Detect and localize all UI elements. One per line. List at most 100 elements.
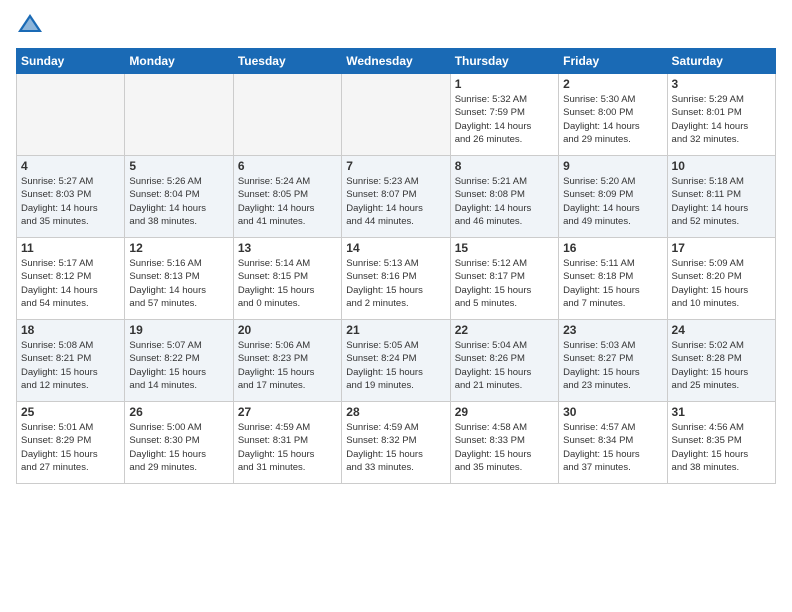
day-cell: 10Sunrise: 5:18 AM Sunset: 8:11 PM Dayli… bbox=[667, 156, 775, 238]
day-info: Sunrise: 5:27 AM Sunset: 8:03 PM Dayligh… bbox=[21, 175, 120, 228]
day-info: Sunrise: 5:11 AM Sunset: 8:18 PM Dayligh… bbox=[563, 257, 662, 310]
day-cell: 1 Sunrise: 5:32 AM Sunset: 7:59 PM Daylig… bbox=[450, 74, 558, 156]
day-number: 5 bbox=[129, 159, 228, 173]
logo-icon bbox=[16, 12, 44, 40]
day-info: Sunrise: 5:23 AM Sunset: 8:07 PM Dayligh… bbox=[346, 175, 445, 228]
day-cell: 2 Sunrise: 5:30 AM Sunset: 8:00 PM Daylig… bbox=[559, 74, 667, 156]
weekday-tuesday: Tuesday bbox=[233, 49, 341, 74]
day-cell: 13Sunrise: 5:14 AM Sunset: 8:15 PM Dayli… bbox=[233, 238, 341, 320]
day-info: Sunrise: 5:04 AM Sunset: 8:26 PM Dayligh… bbox=[455, 339, 554, 392]
day-info: Sunrise: 5:29 AM Sunset: 8:01 PM Dayligh… bbox=[672, 93, 771, 146]
day-cell: 20 Sunrise: 5:06 AM Sunset: 8:23 PM Dayli… bbox=[233, 320, 341, 402]
day-number: 25 bbox=[21, 405, 120, 419]
day-cell bbox=[233, 74, 341, 156]
day-info: Sunrise: 5:16 AM Sunset: 8:13 PM Dayligh… bbox=[129, 257, 228, 310]
day-number: 8 bbox=[455, 159, 554, 173]
day-info: Sunrise: 4:59 AM Sunset: 8:31 PM Dayligh… bbox=[238, 421, 337, 474]
day-number: 4 bbox=[21, 159, 120, 173]
day-number: 14 bbox=[346, 241, 445, 255]
day-number: 7 bbox=[346, 159, 445, 173]
weekday-friday: Friday bbox=[559, 49, 667, 74]
day-info: Sunrise: 5:32 AM Sunset: 7:59 PM Dayligh… bbox=[455, 93, 554, 146]
day-cell: 3 Sunrise: 5:29 AM Sunset: 8:01 PM Daylig… bbox=[667, 74, 775, 156]
day-cell: 30 Sunrise: 4:57 AM Sunset: 8:34 PM Dayli… bbox=[559, 402, 667, 484]
day-cell: 16 Sunrise: 5:11 AM Sunset: 8:18 PM Dayli… bbox=[559, 238, 667, 320]
weekday-thursday: Thursday bbox=[450, 49, 558, 74]
day-cell: 25Sunrise: 5:01 AM Sunset: 8:29 PM Dayli… bbox=[17, 402, 125, 484]
day-info: Sunrise: 5:13 AM Sunset: 8:16 PM Dayligh… bbox=[346, 257, 445, 310]
day-cell: 6Sunrise: 5:24 AM Sunset: 8:05 PM Daylig… bbox=[233, 156, 341, 238]
day-cell: 18 Sunrise: 5:08 AM Sunset: 8:21 PM Dayli… bbox=[17, 320, 125, 402]
day-number: 21 bbox=[346, 323, 445, 337]
day-info: Sunrise: 5:17 AM Sunset: 8:12 PM Dayligh… bbox=[21, 257, 120, 310]
day-number: 6 bbox=[238, 159, 337, 173]
day-info: Sunrise: 5:26 AM Sunset: 8:04 PM Dayligh… bbox=[129, 175, 228, 228]
day-info: Sunrise: 5:07 AM Sunset: 8:22 PM Dayligh… bbox=[129, 339, 228, 392]
day-number: 28 bbox=[346, 405, 445, 419]
day-info: Sunrise: 5:05 AM Sunset: 8:24 PM Dayligh… bbox=[346, 339, 445, 392]
day-cell: 8 Sunrise: 5:21 AM Sunset: 8:08 PM Daylig… bbox=[450, 156, 558, 238]
day-cell: 22 Sunrise: 5:04 AM Sunset: 8:26 PM Dayli… bbox=[450, 320, 558, 402]
day-number: 27 bbox=[238, 405, 337, 419]
day-number: 2 bbox=[563, 77, 662, 91]
weekday-wednesday: Wednesday bbox=[342, 49, 450, 74]
day-number: 23 bbox=[563, 323, 662, 337]
day-cell bbox=[342, 74, 450, 156]
week-row-2: 4 Sunrise: 5:27 AM Sunset: 8:03 PM Daylig… bbox=[17, 156, 776, 238]
day-cell: 15Sunrise: 5:12 AM Sunset: 8:17 PM Dayli… bbox=[450, 238, 558, 320]
day-info: Sunrise: 5:00 AM Sunset: 8:30 PM Dayligh… bbox=[129, 421, 228, 474]
day-info: Sunrise: 5:12 AM Sunset: 8:17 PM Dayligh… bbox=[455, 257, 554, 310]
day-cell: 21 Sunrise: 5:05 AM Sunset: 8:24 PM Dayli… bbox=[342, 320, 450, 402]
day-number: 13 bbox=[238, 241, 337, 255]
day-number: 16 bbox=[563, 241, 662, 255]
day-cell: 5 Sunrise: 5:26 AM Sunset: 8:04 PM Daylig… bbox=[125, 156, 233, 238]
day-info: Sunrise: 5:21 AM Sunset: 8:08 PM Dayligh… bbox=[455, 175, 554, 228]
day-number: 31 bbox=[672, 405, 771, 419]
day-info: Sunrise: 5:06 AM Sunset: 8:23 PM Dayligh… bbox=[238, 339, 337, 392]
header bbox=[16, 12, 776, 40]
day-info: Sunrise: 4:59 AM Sunset: 8:32 PM Dayligh… bbox=[346, 421, 445, 474]
day-info: Sunrise: 5:20 AM Sunset: 8:09 PM Dayligh… bbox=[563, 175, 662, 228]
day-number: 1 bbox=[455, 77, 554, 91]
day-number: 10 bbox=[672, 159, 771, 173]
day-cell: 27 Sunrise: 4:59 AM Sunset: 8:31 PM Dayli… bbox=[233, 402, 341, 484]
day-number: 30 bbox=[563, 405, 662, 419]
week-row-1: 1 Sunrise: 5:32 AM Sunset: 7:59 PM Daylig… bbox=[17, 74, 776, 156]
day-number: 17 bbox=[672, 241, 771, 255]
day-info: Sunrise: 5:03 AM Sunset: 8:27 PM Dayligh… bbox=[563, 339, 662, 392]
weekday-sunday: Sunday bbox=[17, 49, 125, 74]
week-row-5: 25Sunrise: 5:01 AM Sunset: 8:29 PM Dayli… bbox=[17, 402, 776, 484]
week-row-4: 18 Sunrise: 5:08 AM Sunset: 8:21 PM Dayli… bbox=[17, 320, 776, 402]
day-number: 18 bbox=[21, 323, 120, 337]
day-cell: 24 Sunrise: 5:02 AM Sunset: 8:28 PM Dayli… bbox=[667, 320, 775, 402]
day-number: 22 bbox=[455, 323, 554, 337]
calendar-container: SundayMondayTuesdayWednesdayThursdayFrid… bbox=[0, 0, 792, 612]
weekday-saturday: Saturday bbox=[667, 49, 775, 74]
day-info: Sunrise: 4:57 AM Sunset: 8:34 PM Dayligh… bbox=[563, 421, 662, 474]
day-info: Sunrise: 4:58 AM Sunset: 8:33 PM Dayligh… bbox=[455, 421, 554, 474]
day-info: Sunrise: 5:02 AM Sunset: 8:28 PM Dayligh… bbox=[672, 339, 771, 392]
day-info: Sunrise: 5:30 AM Sunset: 8:00 PM Dayligh… bbox=[563, 93, 662, 146]
day-info: Sunrise: 5:09 AM Sunset: 8:20 PM Dayligh… bbox=[672, 257, 771, 310]
day-number: 3 bbox=[672, 77, 771, 91]
day-cell: 12 Sunrise: 5:16 AM Sunset: 8:13 PM Dayli… bbox=[125, 238, 233, 320]
day-cell bbox=[125, 74, 233, 156]
day-number: 12 bbox=[129, 241, 228, 255]
day-cell: 31Sunrise: 4:56 AM Sunset: 8:35 PM Dayli… bbox=[667, 402, 775, 484]
day-cell: 28 Sunrise: 4:59 AM Sunset: 8:32 PM Dayli… bbox=[342, 402, 450, 484]
day-cell: 19Sunrise: 5:07 AM Sunset: 8:22 PM Dayli… bbox=[125, 320, 233, 402]
day-number: 20 bbox=[238, 323, 337, 337]
week-row-3: 11Sunrise: 5:17 AM Sunset: 8:12 PM Dayli… bbox=[17, 238, 776, 320]
day-cell: 9 Sunrise: 5:20 AM Sunset: 8:09 PM Daylig… bbox=[559, 156, 667, 238]
weekday-monday: Monday bbox=[125, 49, 233, 74]
day-number: 9 bbox=[563, 159, 662, 173]
day-info: Sunrise: 5:08 AM Sunset: 8:21 PM Dayligh… bbox=[21, 339, 120, 392]
day-cell: 29Sunrise: 4:58 AM Sunset: 8:33 PM Dayli… bbox=[450, 402, 558, 484]
day-cell: 11Sunrise: 5:17 AM Sunset: 8:12 PM Dayli… bbox=[17, 238, 125, 320]
day-cell: 23 Sunrise: 5:03 AM Sunset: 8:27 PM Dayli… bbox=[559, 320, 667, 402]
calendar-table: SundayMondayTuesdayWednesdayThursdayFrid… bbox=[16, 48, 776, 484]
day-number: 24 bbox=[672, 323, 771, 337]
day-number: 26 bbox=[129, 405, 228, 419]
day-cell: 7 Sunrise: 5:23 AM Sunset: 8:07 PM Daylig… bbox=[342, 156, 450, 238]
logo bbox=[16, 12, 48, 40]
